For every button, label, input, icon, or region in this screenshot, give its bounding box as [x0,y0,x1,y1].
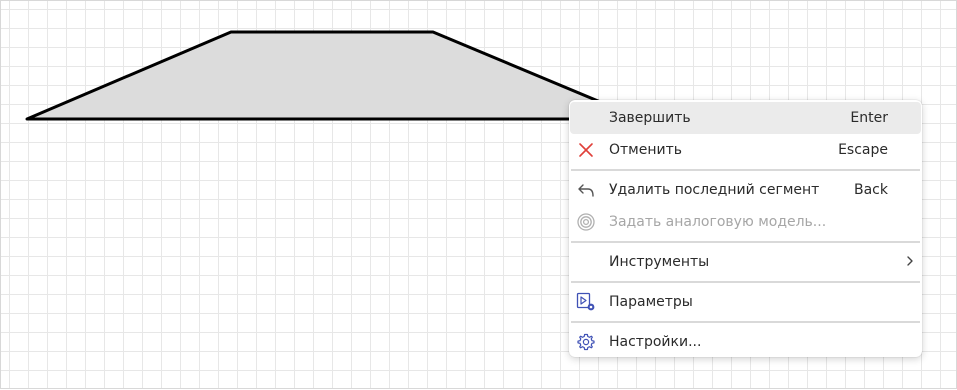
menu-separator [571,321,920,323]
close-icon [576,140,596,160]
menu-item-settings[interactable]: Настройки... [570,326,921,358]
undo-arrow-icon [576,180,596,200]
trapezoid-shape[interactable] [25,30,643,121]
context-menu: Завершить Enter Отменить Escape Удалить … [569,100,922,357]
menu-item-tools-label: Инструменты [609,254,710,270]
menu-item-parameters-label: Параметры [609,294,693,310]
menu-separator [571,241,920,243]
menu-item-settings-label: Настройки... [609,334,702,350]
menu-item-finish[interactable]: Завершить Enter [570,102,921,134]
menu-separator [571,169,920,171]
parameters-icon [576,292,596,312]
menu-item-delete-last-segment-label: Удалить последний сегмент [609,182,820,198]
menu-item-cancel-label: Отменить [609,142,683,158]
menu-separator [571,281,920,283]
menu-item-cancel[interactable]: Отменить Escape [570,134,921,166]
menu-item-finish-label: Завершить [609,110,691,126]
spiral-icon [576,212,596,232]
menu-item-tools[interactable]: Инструменты [570,246,921,278]
menu-item-finish-shortcut: Enter [850,110,888,126]
chevron-right-icon [905,253,915,273]
menu-item-delete-last-segment[interactable]: Удалить последний сегмент Back [570,174,921,206]
menu-item-set-analog-model: Задать аналоговую модель... [570,206,921,238]
gear-icon [576,332,596,352]
menu-item-cancel-shortcut: Escape [838,142,888,158]
menu-item-delete-last-segment-shortcut: Back [854,182,888,198]
menu-item-set-analog-model-label: Задать аналоговую модель... [609,214,827,230]
menu-item-parameters[interactable]: Параметры [570,286,921,318]
